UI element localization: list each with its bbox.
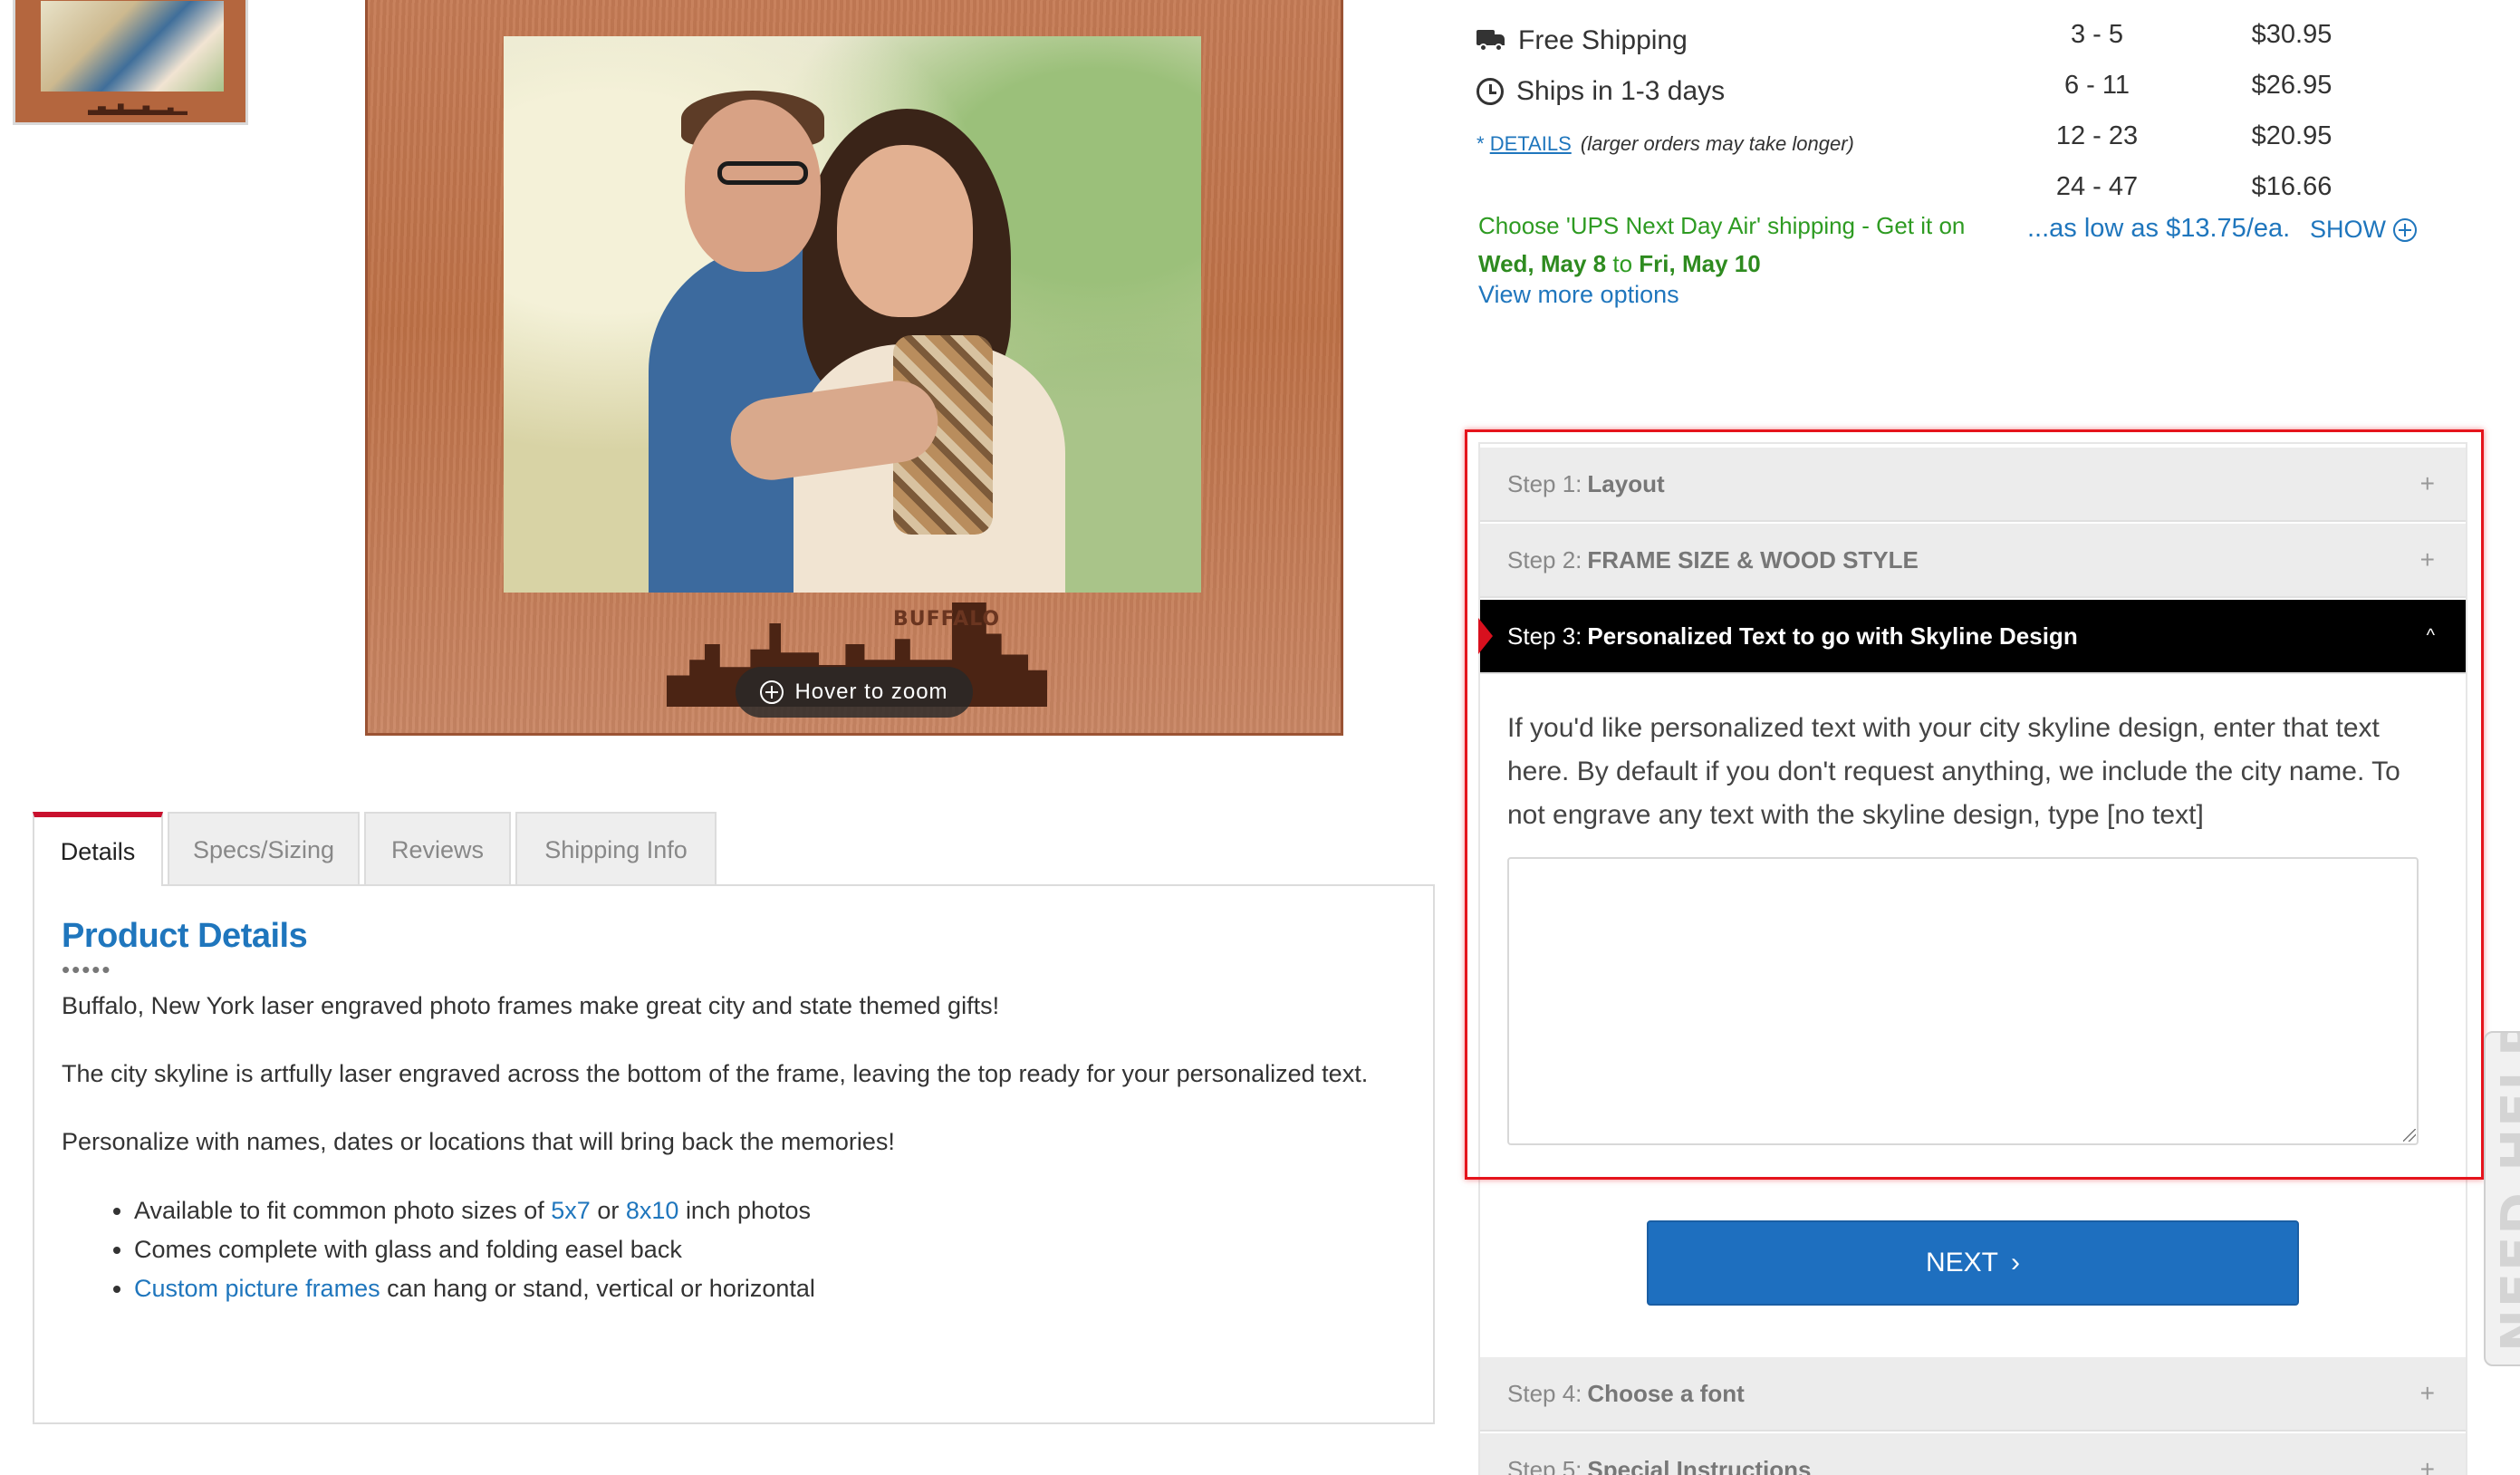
chevron-right-icon: ›	[2011, 1248, 2020, 1277]
details-paragraph-1: Buffalo, New York laser engraved photo f…	[62, 992, 1000, 1019]
feature-text: can hang or stand, vertical or horizonta…	[387, 1275, 815, 1302]
shipping-details-link[interactable]: DETAILS	[1490, 132, 1572, 155]
step-4-header[interactable]: Step 4: Choose a font +	[1480, 1357, 2466, 1432]
details-panel: Product Details ••••• Buffalo, New York …	[33, 884, 1435, 1424]
zoom-label: Hover to zoom	[794, 680, 948, 704]
clock-icon	[1476, 78, 1504, 105]
step-5-name: Special Instructions	[1587, 1455, 1812, 1475]
textarea-resize-handle[interactable]	[2403, 1129, 2416, 1142]
step-3-header[interactable]: Step 3: Personalized Text to go with Sky…	[1480, 600, 2466, 674]
thumbnail-image[interactable]	[13, 0, 248, 125]
step-5-prefix: Step 5:	[1507, 1455, 1582, 1475]
truck-icon	[1476, 30, 1505, 52]
engraved-city-name: BUFFALO	[893, 608, 1001, 631]
step-4-name: Choose a font	[1587, 1379, 1745, 1407]
link-5x7[interactable]: 5x7	[551, 1197, 591, 1224]
thumbnail-photo	[41, 1, 224, 92]
ups-dates: Wed, May 8 to Fri, May 10	[1478, 245, 1965, 283]
tab-details[interactable]: Details	[33, 812, 163, 886]
expand-plus-icon: +	[2419, 1455, 2435, 1475]
need-help-label: NEED HELP?	[2491, 1031, 2520, 1352]
ships-in-row: Ships in 1-3 days	[1476, 76, 1725, 107]
personalized-text-input[interactable]	[1507, 857, 2419, 1145]
step-4-prefix: Step 4:	[1507, 1379, 1582, 1407]
zoom-plus-icon	[760, 680, 784, 704]
step-3-name: Personalized Text to go with Skyline Des…	[1587, 622, 2078, 650]
feature-item-glass: Comes complete with glass and folding ea…	[134, 1230, 1406, 1269]
price-tier-row: 6 - 11 $26.95	[2020, 60, 2355, 111]
details-paragraph-3: Personalize with names, dates or locatio…	[62, 1128, 895, 1155]
expand-plus-icon: +	[2419, 545, 2435, 574]
details-paragraph-2: The city skyline is artfully laser engra…	[62, 1060, 1369, 1087]
need-help-side-tab[interactable]: NEED HELP?	[2484, 1031, 2520, 1366]
step-3-prefix: Step 3:	[1507, 622, 1582, 650]
shipping-details-line: * DETAILS (larger orders may take longer…	[1476, 132, 1854, 156]
tier-qty: 12 - 23	[2055, 121, 2139, 150]
step-1-header[interactable]: Step 1: Layout +	[1480, 448, 2466, 522]
product-details-title: Product Details	[62, 917, 308, 955]
step-2-name: FRAME SIZE & WOOD STYLE	[1587, 545, 1919, 574]
tab-shipping-info[interactable]: Shipping Info	[515, 812, 717, 886]
step-2-header[interactable]: Step 2: FRAME SIZE & WOOD STYLE +	[1480, 524, 2466, 598]
feature-text: or	[597, 1197, 620, 1224]
product-tabs: Details Specs/Sizing Reviews Shipping In…	[33, 812, 717, 886]
product-main-image[interactable]: BUFFALO	[365, 0, 1343, 736]
details-feature-list: Available to fit common photo sizes of 5…	[62, 1191, 1406, 1308]
feature-item-custom-frames: Custom picture frames can hang or stand,…	[134, 1269, 1406, 1308]
link-custom-picture-frames[interactable]: Custom picture frames	[134, 1275, 380, 1302]
tab-reviews[interactable]: Reviews	[364, 812, 511, 886]
show-more-prices-button[interactable]: SHOW	[2310, 216, 2417, 244]
photo-man-head	[685, 100, 821, 272]
link-8x10[interactable]: 8x10	[626, 1197, 679, 1224]
tier-price: $30.95	[2251, 19, 2332, 49]
show-label: SHOW	[2310, 216, 2386, 243]
tier-qty: 6 - 11	[2063, 70, 2130, 100]
expand-plus-icon: +	[2419, 1379, 2435, 1407]
frame-photo	[504, 36, 1201, 593]
tier-qty: 3 - 5	[2070, 19, 2124, 49]
next-step-button[interactable]: NEXT ›	[1647, 1220, 2299, 1306]
tier-price: $20.95	[2251, 121, 2332, 150]
tier-price: $26.95	[2251, 70, 2332, 100]
expand-plus-icon: +	[2419, 469, 2435, 497]
price-tier-row: 24 - 47 $16.66	[2020, 161, 2355, 212]
collapse-caret-icon: ^	[2426, 625, 2435, 646]
step-5-header[interactable]: Step 5: Special Instructions +	[1480, 1433, 2466, 1475]
step-3-description: If you'd like personalized text with you…	[1507, 713, 2400, 830]
free-shipping-label: Free Shipping	[1518, 25, 1688, 55]
plus-circle-icon	[2393, 217, 2417, 242]
ups-date-from: Wed, May 8	[1478, 250, 1607, 277]
as-low-as-price: ...as low as $13.75/ea.	[2027, 214, 2291, 243]
details-asterisk: *	[1476, 132, 1485, 155]
photo-glasses	[717, 161, 808, 185]
step-1-prefix: Step 1:	[1507, 469, 1582, 497]
quantity-price-table: 3 - 5 $30.95 6 - 11 $26.95 12 - 23 $20.9…	[2020, 9, 2355, 212]
feature-text: Available to fit common photo sizes of	[134, 1197, 544, 1224]
step-1-name: Layout	[1587, 469, 1665, 497]
step-2-prefix: Step 2:	[1507, 545, 1582, 574]
next-label: NEXT	[1925, 1248, 1998, 1277]
price-tier-row: 3 - 5 $30.95	[2020, 9, 2355, 60]
ups-intro: Choose 'UPS Next Day Air' shipping - Get…	[1478, 212, 1966, 239]
larger-orders-note: (larger orders may take longer)	[1580, 132, 1854, 155]
ships-in-label: Ships in 1-3 days	[1516, 76, 1726, 106]
ups-next-day-info: Choose 'UPS Next Day Air' shipping - Get…	[1478, 207, 1965, 283]
ups-date-to: Fri, May 10	[1639, 250, 1761, 277]
hover-to-zoom-badge[interactable]: Hover to zoom	[736, 667, 973, 718]
photo-woman-face	[837, 145, 973, 317]
ups-date-to-word: to	[1612, 250, 1633, 277]
title-divider-dots: •••••	[62, 956, 112, 983]
tab-specs-sizing[interactable]: Specs/Sizing	[168, 812, 360, 886]
tier-price: $16.66	[2251, 171, 2332, 201]
tier-qty: 24 - 47	[2055, 171, 2139, 201]
free-shipping-row: Free Shipping	[1476, 25, 1688, 56]
view-more-options-link[interactable]: View more options	[1478, 281, 1679, 309]
price-tier-row: 12 - 23 $20.95	[2020, 111, 2355, 161]
feature-text: inch photos	[685, 1197, 812, 1224]
thumbnail-skyline	[88, 103, 188, 115]
feature-item-sizes: Available to fit common photo sizes of 5…	[134, 1191, 1406, 1230]
